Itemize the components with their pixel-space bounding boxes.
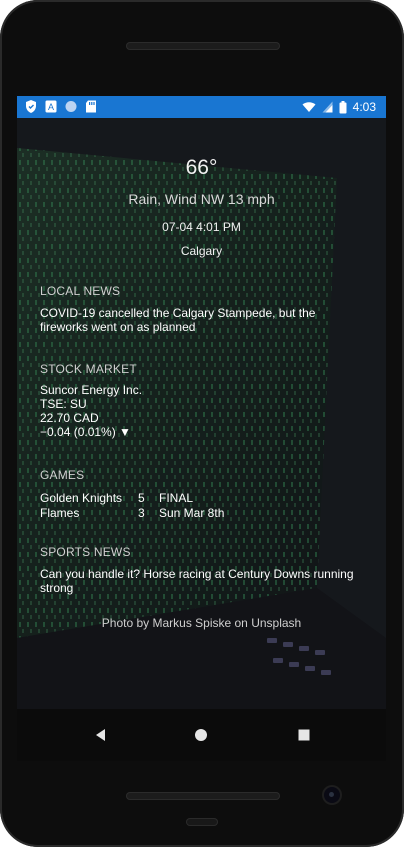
bottom-speaker (126, 792, 280, 800)
stock-price: 22.70 CAD (40, 411, 99, 425)
stock-change: −0.04 (0.01%) ▼ (40, 425, 131, 439)
weather-temperature: 66° (185, 156, 218, 179)
circle-icon (65, 101, 77, 112)
game-row: Flames 3 Sun Mar 8th (40, 506, 224, 521)
sports-news-title: SPORTS NEWS (40, 545, 131, 559)
status-bar: A 4:03 (17, 96, 386, 118)
sd-card-icon (86, 100, 96, 113)
stock-ticker: TSE: SU (40, 397, 87, 411)
wifi-icon (302, 102, 316, 112)
status-icons-left: A (25, 100, 97, 113)
game-row: Golden Knights 5 FINAL (40, 491, 224, 506)
weather-city: Calgary (180, 244, 223, 258)
screen: A 4:03 66° Rain, Wind NW 13 mph 07-04 4:… (17, 96, 386, 761)
game-score: 5 (138, 491, 145, 505)
shield-icon (26, 100, 36, 113)
stock-quote[interactable]: Suncor Energy Inc. TSE: SU 22.70 CAD −0.… (40, 383, 360, 439)
weather-datetime: 07-04 4:01 PM (162, 220, 241, 234)
photo-credit[interactable]: Photo by Markus Spiske on Unsplash (17, 616, 386, 630)
games-list[interactable]: Golden Knights 5 FINAL Flames 3 Sun Mar … (40, 491, 224, 521)
signal-icon (322, 101, 333, 113)
stock-company: Suncor Energy Inc. (40, 383, 143, 397)
battery-icon (339, 100, 347, 113)
camera-icon (324, 787, 340, 803)
status-icons-right: 4:03 (302, 99, 376, 115)
back-icon[interactable] (93, 727, 109, 743)
bottom-sensor (186, 818, 218, 826)
earpiece-speaker (126, 42, 280, 50)
game-team: Golden Knights (40, 491, 123, 505)
widget-content: 66° Rain, Wind NW 13 mph 07-04 4:01 PM C… (17, 118, 386, 709)
stock-market-title: STOCK MARKET (40, 362, 137, 376)
local-news-headline[interactable]: COVID-19 cancelled the Calgary Stampede,… (40, 306, 360, 334)
a-badge-icon: A (45, 100, 57, 113)
svg-text:A: A (48, 102, 54, 112)
game-team: Flames (40, 506, 80, 520)
game-status: FINAL (159, 491, 194, 505)
navigation-bar (17, 709, 386, 761)
games-title: GAMES (40, 468, 85, 482)
game-score: 3 (138, 506, 145, 520)
sports-news-headline[interactable]: Can you handle it? Horse racing at Centu… (40, 567, 360, 595)
game-status: Sun Mar 8th (159, 506, 225, 520)
weather-condition: Rain, Wind NW 13 mph (128, 191, 275, 207)
local-news-title: LOCAL NEWS (40, 284, 121, 298)
recents-icon[interactable] (296, 727, 312, 743)
home-icon[interactable] (193, 727, 209, 743)
status-time: 4:03 (352, 100, 376, 114)
phone-frame: A 4:03 66° Rain, Wind NW 13 mph 07-04 4:… (0, 0, 404, 847)
